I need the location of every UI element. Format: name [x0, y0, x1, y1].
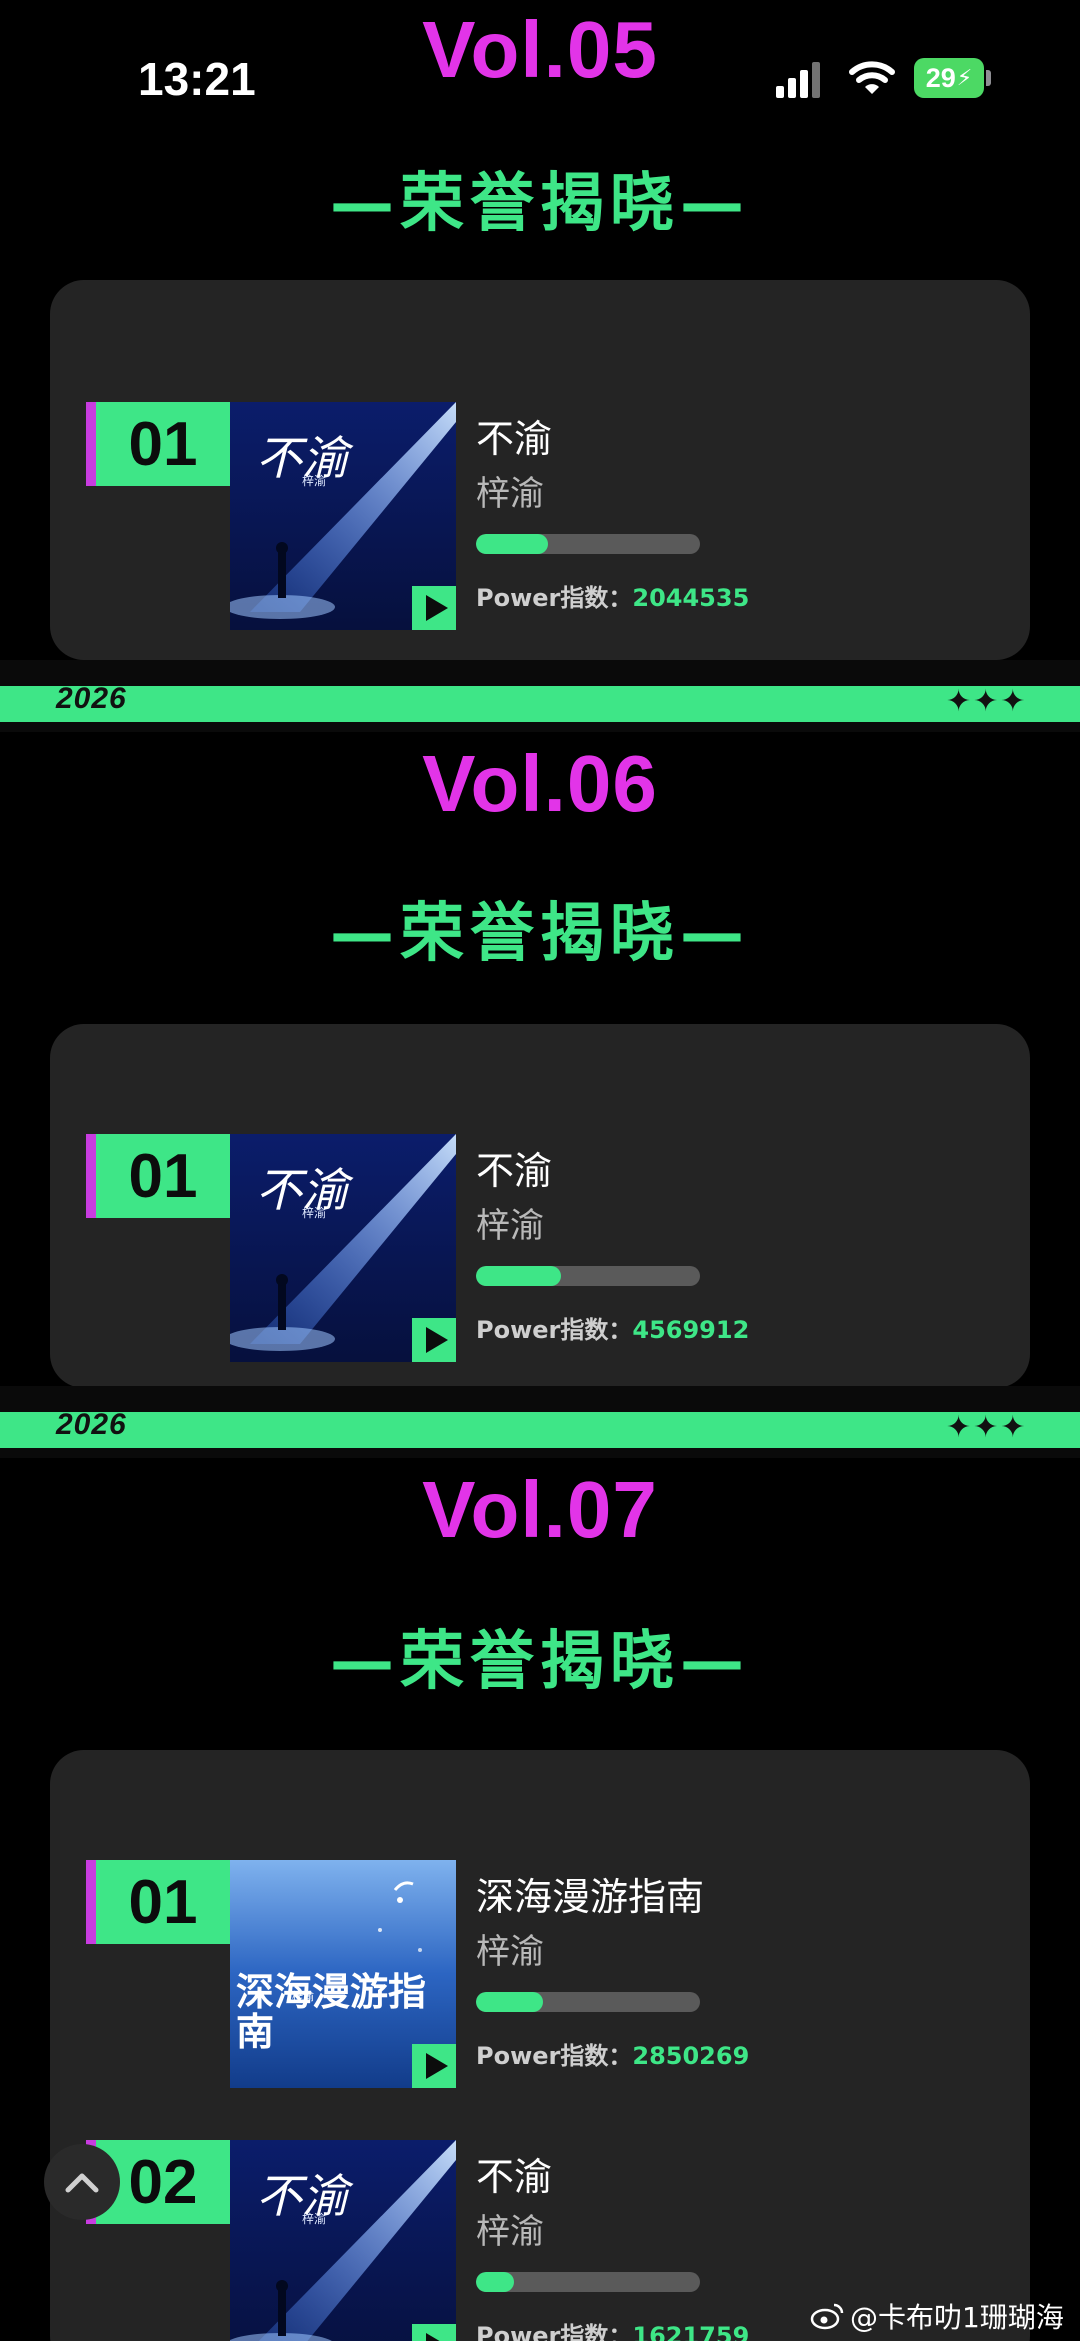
artist-name: 梓渝	[476, 1206, 544, 1246]
ranking-entry[interactable]: 01 深海漫游指南 梓渝 深海漫游指南 梓渝 Power指数：2850269	[86, 1860, 986, 2090]
band-year: 2026	[56, 682, 127, 715]
honor-heading: —荣誉揭晓—	[330, 897, 750, 971]
album-cover[interactable]: 不渝 梓渝	[230, 1134, 456, 1362]
album-cover[interactable]: 不渝 梓渝	[230, 402, 456, 630]
power-progress-bar	[476, 2272, 700, 2292]
status-time: 13:21	[138, 53, 256, 105]
power-index: Power指数：2044535	[476, 584, 750, 612]
album-cover[interactable]: 深海漫游指南 梓渝	[230, 1860, 456, 2088]
battery-charging-icon: 29 ⚡	[914, 58, 992, 98]
artist-name: 梓渝	[476, 474, 544, 514]
artist-name: 梓渝	[476, 2212, 544, 2252]
song-title: 不渝	[476, 2155, 553, 2199]
play-icon[interactable]	[412, 2044, 456, 2088]
power-value: 4569912	[632, 1316, 750, 1344]
ranking-entry[interactable]: 01 不渝 梓渝 不渝 梓渝 Power指数：2044535	[86, 402, 986, 632]
signal-icon	[776, 58, 822, 98]
album-cover[interactable]: 不渝 梓渝	[230, 2140, 456, 2341]
power-value: 1621759	[632, 2322, 750, 2341]
honor-heading: —荣誉揭晓—	[330, 167, 750, 241]
battery-level: 29	[925, 62, 956, 93]
watermark-text: @卡布叻1珊瑚海	[850, 2301, 1064, 2334]
band-year: 2026	[56, 1408, 127, 1441]
power-value: 2044535	[632, 584, 750, 612]
status-bar: 13:21 29 ⚡	[0, 0, 1080, 160]
power-index: Power指数：4569912	[476, 1316, 750, 1344]
power-progress-bar	[476, 1266, 700, 1286]
power-value: 2850269	[632, 2042, 750, 2070]
song-title: 深海漫游指南	[476, 1875, 705, 1919]
sparkle-icon: ✦✦✦	[946, 685, 1028, 718]
ranking-entry[interactable]: 01 不渝 梓渝 不渝 梓渝 Power指数：4569912	[86, 1134, 986, 1364]
vol-title: Vol.07	[422, 1465, 658, 1554]
power-progress-bar	[476, 534, 700, 554]
artist-name: 梓渝	[476, 1932, 544, 1972]
play-icon[interactable]	[412, 586, 456, 630]
honor-heading: —荣誉揭晓—	[330, 1625, 750, 1699]
play-icon[interactable]	[412, 1318, 456, 1362]
cover-artist: 梓渝	[292, 1991, 314, 2003]
rank-badge: 01	[86, 1134, 230, 1218]
year-band: 2026 ✦✦✦	[0, 660, 1080, 732]
chevron-up-icon	[65, 2173, 99, 2193]
power-index: Power指数：2850269	[476, 2042, 750, 2070]
play-icon[interactable]	[412, 2324, 456, 2341]
scroll-to-top-button[interactable]	[44, 2144, 120, 2220]
cover-title: 深海漫游指南	[236, 1970, 427, 2054]
sparkle-icon: ✦✦✦	[946, 1411, 1028, 1444]
weibo-icon	[810, 2303, 844, 2330]
wifi-icon	[848, 58, 896, 98]
cover-artist: 梓渝	[302, 474, 327, 488]
watermark: @卡布叻1珊瑚海	[810, 2296, 1064, 2336]
song-title: 不渝	[476, 417, 553, 461]
cover-artist: 梓渝	[302, 1206, 327, 1220]
song-title: 不渝	[476, 1149, 553, 1193]
power-index: Power指数：1621759	[476, 2316, 749, 2341]
power-progress-bar	[476, 1992, 700, 2012]
rank-badge: 01	[86, 1860, 230, 1944]
vol-title: Vol.06	[422, 739, 658, 828]
year-band: 2026 ✦✦✦	[0, 1386, 1080, 1458]
cover-artist: 梓渝	[302, 2212, 327, 2226]
rank-badge: 01	[86, 402, 230, 486]
